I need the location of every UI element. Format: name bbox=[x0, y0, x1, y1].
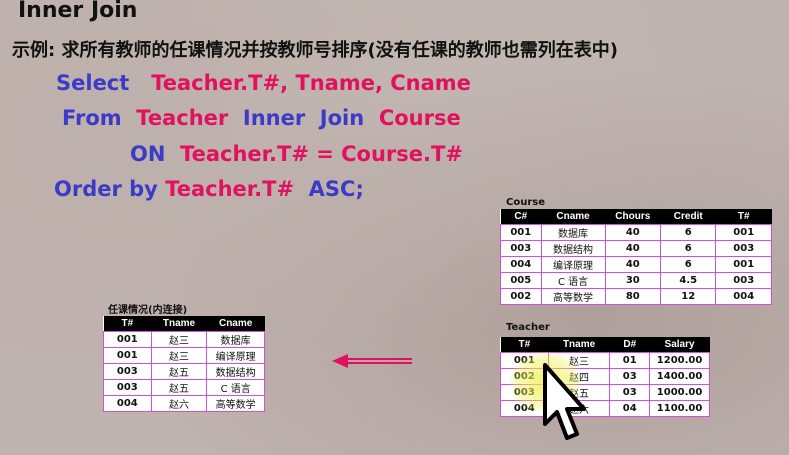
table-cell: 1200.00 bbox=[649, 352, 710, 369]
sql-asc-keyword: ASC; bbox=[308, 177, 364, 201]
table-cell: 004 bbox=[715, 288, 772, 305]
table-cell: 01 bbox=[609, 352, 651, 369]
column-header: C# bbox=[500, 209, 542, 225]
table-cell: 4.5 bbox=[660, 272, 717, 289]
table-cell: 30 bbox=[604, 272, 662, 289]
column-header: Credit bbox=[660, 209, 716, 225]
result-table: T# Tname Cname 001 赵三 数据库 001 赵三 编译原理 003 赵五 数据结构 0… bbox=[103, 316, 265, 412]
column-header: Tname bbox=[151, 316, 207, 332]
table-row: 002 高等数学 80 12 004 bbox=[500, 288, 772, 305]
sql-order-keyword: Order by bbox=[54, 177, 158, 201]
table-cell: 数据库 bbox=[540, 224, 606, 241]
table-row: 003 数据结构 40 6 003 bbox=[500, 240, 772, 257]
table-cell: 003 bbox=[500, 240, 542, 257]
sql-select-keyword: Select bbox=[56, 71, 130, 95]
table-cell: 高等数学 bbox=[540, 288, 606, 305]
table-cell: 001 bbox=[715, 224, 772, 241]
table-row: 001 数据库 40 6 001 bbox=[500, 224, 772, 241]
sql-on-keyword: ON bbox=[130, 142, 166, 166]
table-cell: 03 bbox=[609, 368, 651, 385]
table-cell: 003 bbox=[103, 379, 152, 396]
table-cell: 001 bbox=[103, 331, 152, 348]
table-cell: 04 bbox=[609, 400, 651, 417]
mouse-cursor-icon bbox=[543, 363, 586, 440]
sql-select-columns: Teacher.T#, Tname, Cname bbox=[151, 71, 471, 95]
table-cell: 40 bbox=[604, 224, 662, 241]
table-cell: 编译原理 bbox=[540, 256, 606, 273]
column-header: Chours bbox=[605, 209, 661, 225]
course-table-label: Course bbox=[506, 197, 545, 208]
table-cell: 编译原理 bbox=[206, 347, 265, 364]
table-cell: 03 bbox=[609, 384, 651, 401]
table-header-row: T# Tname D# Salary bbox=[500, 337, 710, 353]
sql-on-line: ON Teacher.T# = Course.T# bbox=[130, 142, 463, 166]
table-cell: 80 bbox=[604, 288, 662, 305]
sql-from-keyword: From bbox=[62, 106, 122, 130]
table-cell: 高等数学 bbox=[206, 395, 265, 412]
sql-from-line: From Teacher Inner Join Course bbox=[62, 106, 461, 130]
table-row: 003 赵五 C 语言 bbox=[103, 379, 265, 396]
table-cell: 003 bbox=[715, 272, 772, 289]
table-cell: 1400.00 bbox=[649, 368, 710, 385]
sql-order-column: Teacher.T# bbox=[165, 177, 295, 201]
sql-from-table1: Teacher bbox=[136, 106, 229, 130]
table-cell: 数据结构 bbox=[540, 240, 606, 257]
column-header: T# bbox=[500, 337, 549, 353]
table-row: 004 赵六 高等数学 bbox=[103, 395, 265, 412]
table-cell: 赵三 bbox=[150, 331, 208, 348]
table-row: 001 赵三 数据库 bbox=[103, 331, 265, 348]
table-cell: 001 bbox=[103, 347, 152, 364]
column-header: Salary bbox=[649, 337, 710, 353]
column-header: Cname bbox=[206, 316, 265, 332]
table-cell: 数据结构 bbox=[206, 363, 265, 380]
table-cell: 1100.00 bbox=[649, 400, 710, 417]
table-header-row: C# Cname Chours Credit T# bbox=[500, 209, 772, 225]
sql-from-table2: Course bbox=[378, 106, 461, 130]
column-header: T# bbox=[715, 209, 772, 225]
table-row: 003 赵五 数据结构 bbox=[103, 363, 265, 380]
table-row: 004 编译原理 40 6 001 bbox=[500, 256, 772, 273]
left-arrow-icon bbox=[332, 354, 412, 368]
course-table: C# Cname Chours Credit T# 001 数据库 40 6 001 003 数据结… bbox=[500, 209, 772, 305]
sql-on-condition: Teacher.T# = Course.T# bbox=[180, 142, 463, 166]
sql-order-line: Order by Teacher.T# ASC; bbox=[54, 177, 364, 201]
table-header-row: T# Tname Cname bbox=[103, 316, 265, 332]
table-cell: 003 bbox=[715, 240, 772, 257]
table-cell: 003 bbox=[103, 363, 152, 380]
table-cell: 001 bbox=[500, 224, 542, 241]
table-cell: C 语言 bbox=[540, 272, 606, 289]
table-cell: 002 bbox=[500, 288, 542, 305]
result-table-label: 任课情况(内连接) bbox=[108, 305, 188, 316]
table-cell: 赵五 bbox=[150, 379, 208, 396]
table-cell: 004 bbox=[500, 256, 542, 273]
table-cell: 40 bbox=[604, 240, 662, 257]
table-row: 001 赵三 编译原理 bbox=[103, 347, 265, 364]
table-cell: 赵五 bbox=[150, 363, 208, 380]
table-cell: 40 bbox=[604, 256, 662, 273]
table-cell: 12 bbox=[660, 288, 717, 305]
table-cell: 赵六 bbox=[150, 395, 208, 412]
table-cell: 6 bbox=[660, 224, 717, 241]
table-cell: 001 bbox=[715, 256, 772, 273]
table-row: 005 C 语言 30 4.5 003 bbox=[500, 272, 772, 289]
table-cell: 6 bbox=[660, 240, 717, 257]
teacher-table-label: Teacher bbox=[506, 322, 550, 333]
sql-select-line: Select Teacher.T#, Tname, Cname bbox=[56, 71, 471, 95]
column-header: T# bbox=[103, 316, 152, 332]
table-cell: 1000.00 bbox=[649, 384, 710, 401]
table-cell: 005 bbox=[500, 272, 542, 289]
table-cell: C 语言 bbox=[206, 379, 265, 396]
table-cell: 004 bbox=[103, 395, 152, 412]
sql-join-keyword: Inner Join bbox=[242, 106, 365, 130]
example-text: 示例: 求所有教师的任课情况并按教师号排序(没有任课的教师也需列在表中) bbox=[12, 40, 618, 61]
table-cell: 6 bbox=[660, 256, 717, 273]
table-cell: 数据库 bbox=[206, 331, 265, 348]
table-cell: 赵三 bbox=[150, 347, 208, 364]
slide-title: Inner Join bbox=[18, 0, 138, 23]
column-header: Cname bbox=[541, 209, 606, 225]
column-header: Tname bbox=[548, 337, 610, 353]
column-header: D# bbox=[609, 337, 650, 353]
